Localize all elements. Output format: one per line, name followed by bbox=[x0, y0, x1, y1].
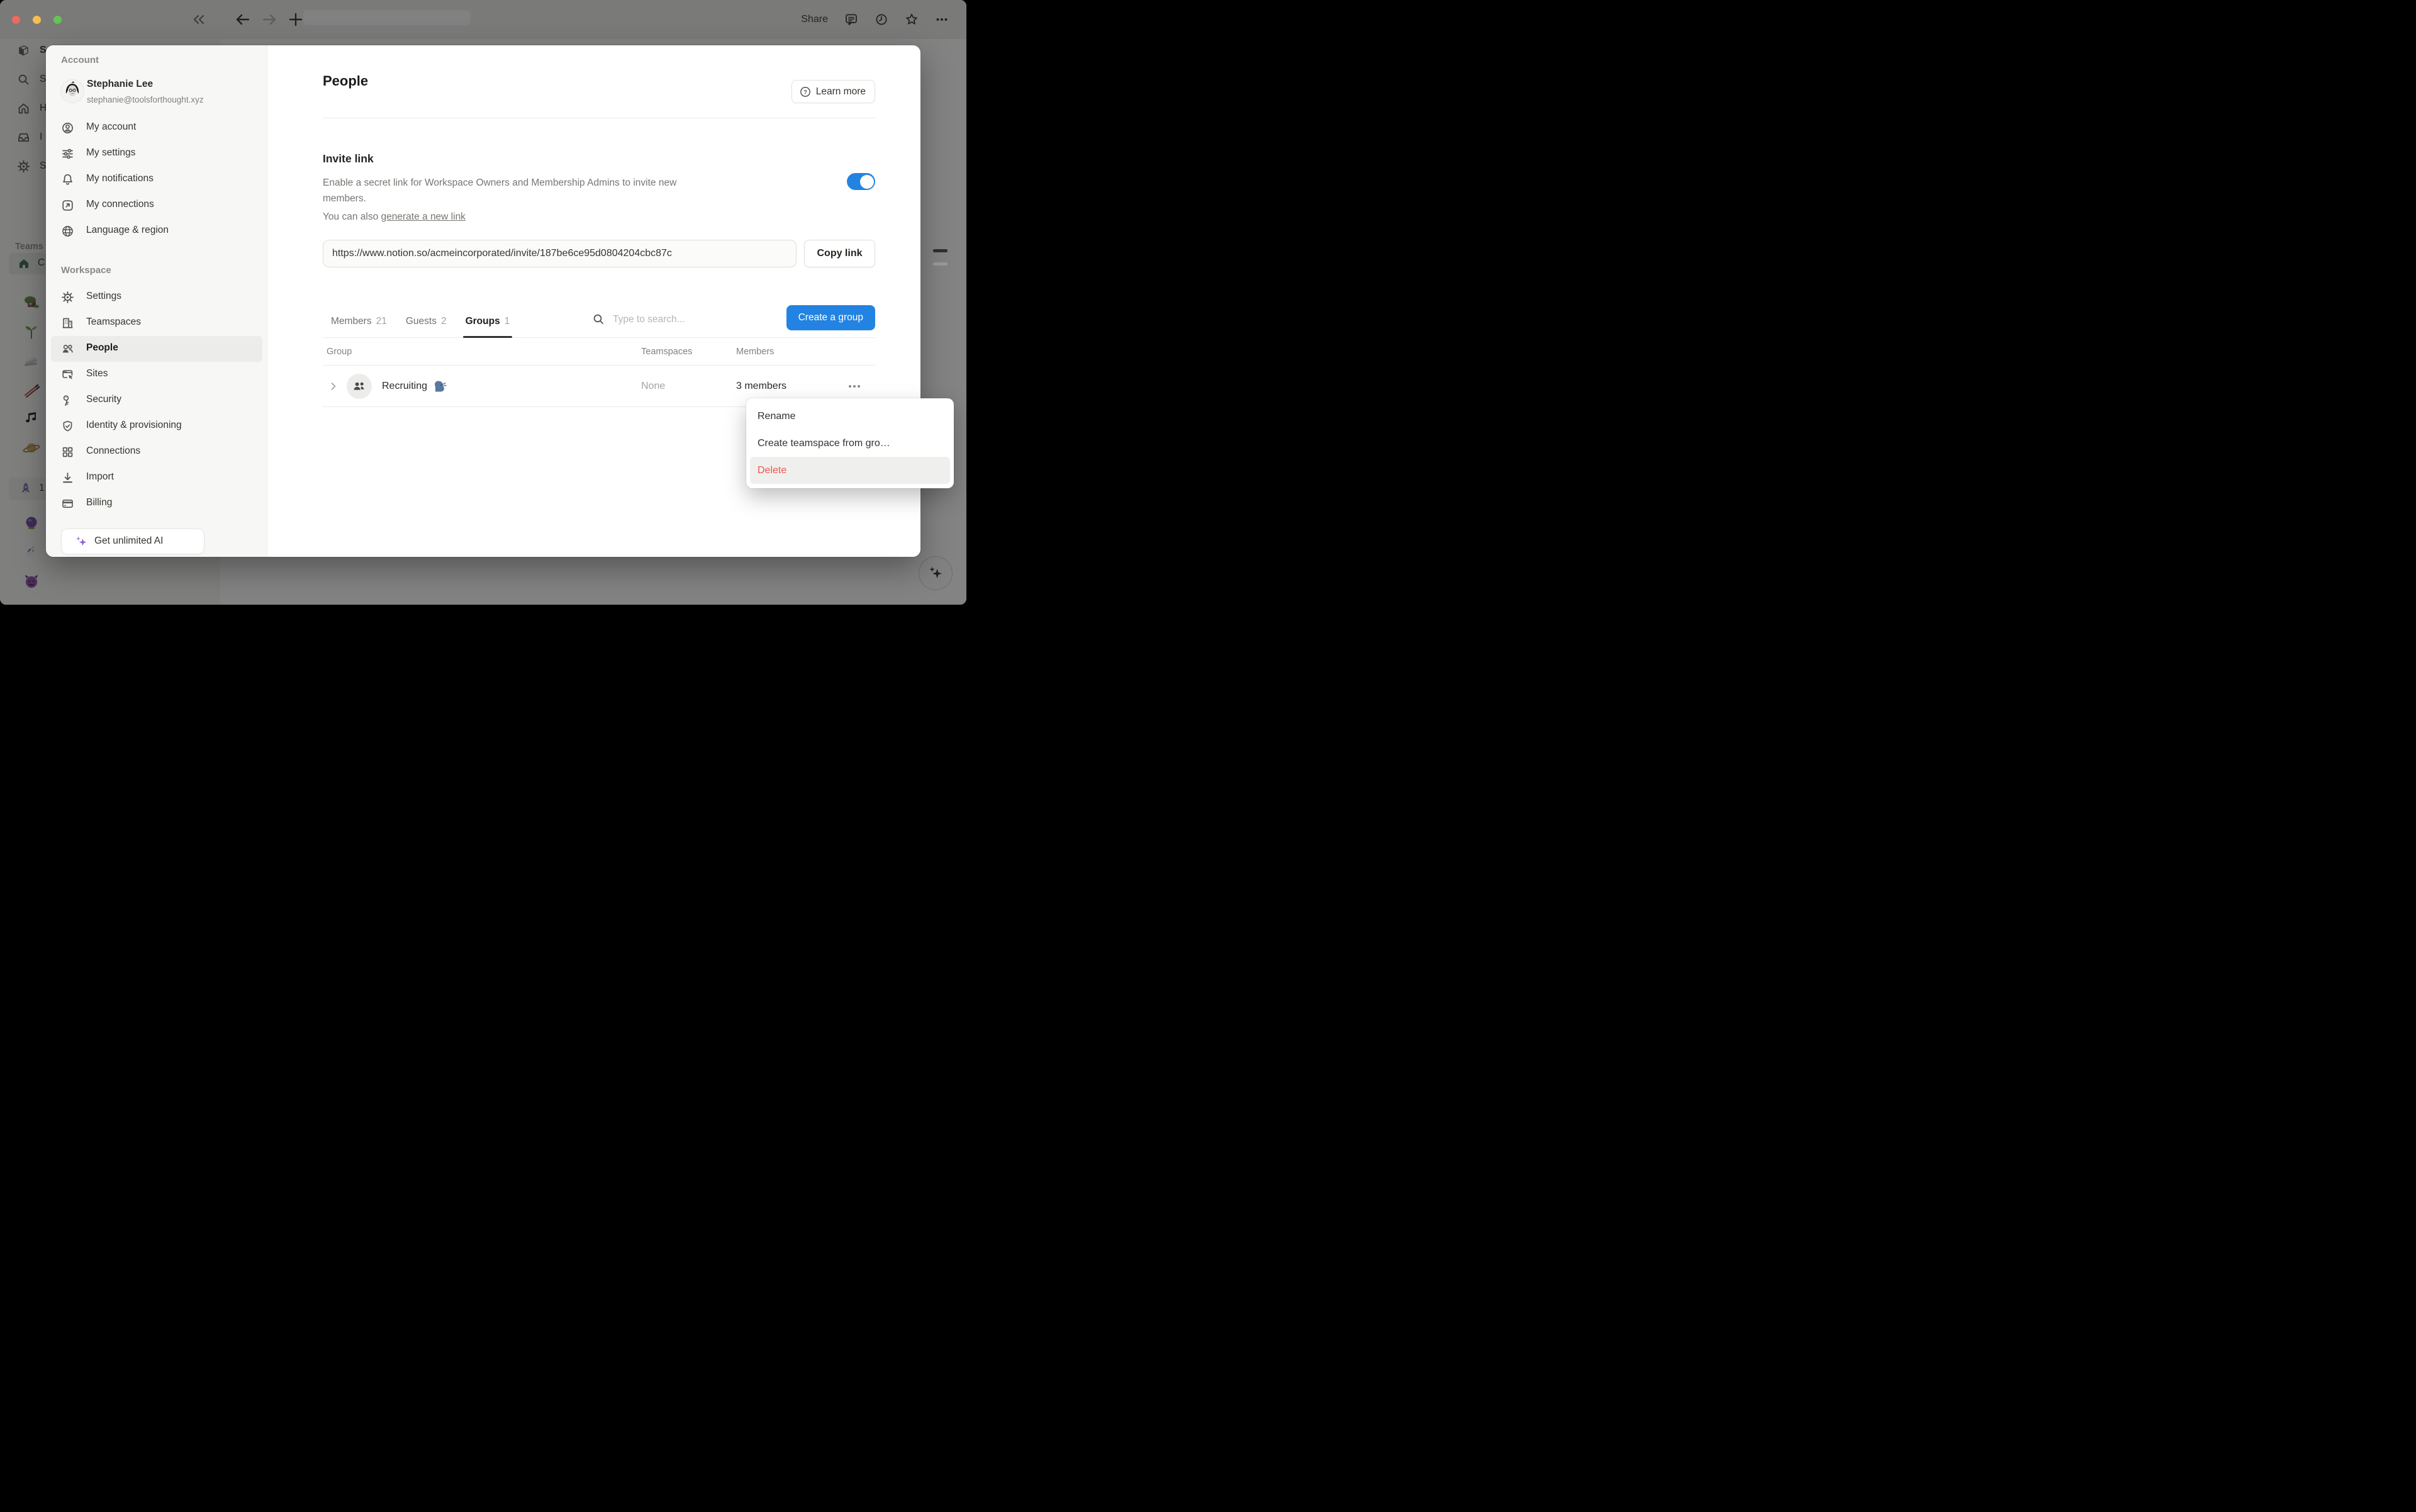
people-icon bbox=[352, 379, 367, 394]
group-members: 3 members bbox=[736, 381, 834, 392]
arrow-up-right-icon bbox=[61, 199, 74, 212]
window-resize-handle[interactable] bbox=[933, 249, 948, 252]
zoom-window-button[interactable] bbox=[53, 16, 62, 24]
sidebar-item-security[interactable]: Security bbox=[51, 388, 262, 413]
minimize-window-button[interactable] bbox=[33, 16, 41, 24]
menu-item-create-teamspace[interactable]: Create teamspace from gro… bbox=[750, 430, 950, 457]
invite-link-description: Enable a secret link for Workspace Owner… bbox=[323, 175, 710, 206]
gear-icon bbox=[61, 291, 74, 304]
group-name: Recruiting bbox=[382, 381, 427, 392]
invite-link-heading: Invite link bbox=[323, 152, 374, 165]
sidebar-item-my-notifications[interactable]: My notifications bbox=[51, 167, 262, 193]
menu-item-rename[interactable]: Rename bbox=[750, 403, 950, 430]
sidebar-item-language-region[interactable]: Language & region bbox=[51, 218, 262, 244]
bell-icon bbox=[61, 173, 74, 186]
sidebar-item-sites[interactable]: Sites bbox=[51, 362, 262, 388]
grid-icon bbox=[61, 445, 74, 459]
window-resize-handle-secondary[interactable] bbox=[933, 262, 948, 266]
copy-link-button[interactable]: Copy link bbox=[804, 240, 875, 267]
row-more-options-icon[interactable] bbox=[846, 378, 863, 395]
column-group: Group bbox=[323, 347, 641, 357]
menu-item-delete[interactable]: Delete bbox=[750, 457, 950, 484]
settings-sidebar: Account Stephanie Lee stephanie@toolsfor… bbox=[46, 45, 267, 557]
group-context-menu: Rename Create teamspace from gro… Delete bbox=[746, 398, 954, 488]
sliders-icon bbox=[61, 147, 74, 160]
help-circle-icon: ? bbox=[799, 86, 812, 98]
groups-table-header: Group Teamspaces Members bbox=[323, 338, 875, 366]
sparkles-icon bbox=[74, 535, 88, 549]
toggle-knob bbox=[860, 175, 874, 189]
tab-groups[interactable]: Groups1 bbox=[466, 305, 510, 337]
page-title: People bbox=[323, 73, 368, 89]
building-icon bbox=[61, 316, 74, 330]
download-icon bbox=[61, 471, 74, 484]
key-icon bbox=[61, 394, 74, 407]
sidebar-item-connections[interactable]: Connections bbox=[51, 439, 262, 465]
sidebar-item-settings[interactable]: Settings bbox=[51, 284, 262, 310]
credit-card-icon bbox=[61, 497, 74, 510]
shield-check-icon bbox=[61, 420, 74, 433]
search-input[interactable] bbox=[612, 313, 731, 326]
invite-link-toggle[interactable] bbox=[847, 173, 875, 190]
search-icon bbox=[592, 313, 605, 326]
app-window: Share S S H bbox=[0, 0, 966, 605]
people-icon bbox=[61, 342, 74, 356]
learn-more-button[interactable]: ? Learn more bbox=[791, 80, 875, 103]
group-avatar bbox=[347, 374, 372, 399]
sidebar-item-my-account[interactable]: My account bbox=[51, 115, 262, 141]
sidebar-item-billing[interactable]: Billing bbox=[51, 491, 262, 517]
sidebar-item-people[interactable]: People bbox=[51, 336, 262, 362]
close-window-button[interactable] bbox=[12, 16, 20, 24]
sidebar-item-my-connections[interactable]: My connections bbox=[51, 193, 262, 218]
avatar bbox=[61, 80, 84, 103]
create-group-button[interactable]: Create a group bbox=[786, 305, 875, 330]
profile-name: Stephanie Lee bbox=[87, 79, 153, 90]
generate-link-line: You can also generate a new link bbox=[323, 211, 466, 223]
group-teamspaces: None bbox=[641, 381, 736, 392]
column-members: Members bbox=[736, 347, 834, 357]
person-circle-icon bbox=[61, 121, 74, 135]
get-unlimited-ai-button[interactable]: Get unlimited AI bbox=[61, 529, 204, 554]
workspace-section-label: Workspace bbox=[61, 265, 111, 276]
globe-icon bbox=[61, 225, 74, 238]
sidebar-item-my-settings[interactable]: My settings bbox=[51, 141, 262, 167]
account-section-label: Account bbox=[61, 55, 99, 65]
sidebar-item-identity-provisioning[interactable]: Identity & provisioning bbox=[51, 413, 262, 439]
sidebar-item-import[interactable]: Import bbox=[51, 465, 262, 491]
tab-members[interactable]: Members21 bbox=[331, 305, 387, 337]
tab-guests[interactable]: Guests2 bbox=[406, 305, 447, 337]
traffic-lights bbox=[12, 16, 62, 24]
chevron-right-icon[interactable] bbox=[328, 381, 339, 392]
sidebar-item-teamspaces[interactable]: Teamspaces bbox=[51, 310, 262, 336]
profile-email: stephanie@toolsforthought.xyz bbox=[87, 95, 204, 104]
invite-link-input[interactable] bbox=[323, 240, 797, 267]
column-teamspaces: Teamspaces bbox=[641, 347, 736, 357]
people-tabs: Members21 Guests2 Groups1 Create a group bbox=[323, 305, 875, 338]
speaking-head-icon bbox=[433, 379, 447, 393]
browser-cursor-icon bbox=[61, 368, 74, 381]
generate-new-link[interactable]: generate a new link bbox=[381, 211, 466, 222]
account-profile[interactable]: Stephanie Lee stephanie@toolsforthought.… bbox=[61, 73, 250, 113]
svg-text:?: ? bbox=[803, 89, 807, 96]
